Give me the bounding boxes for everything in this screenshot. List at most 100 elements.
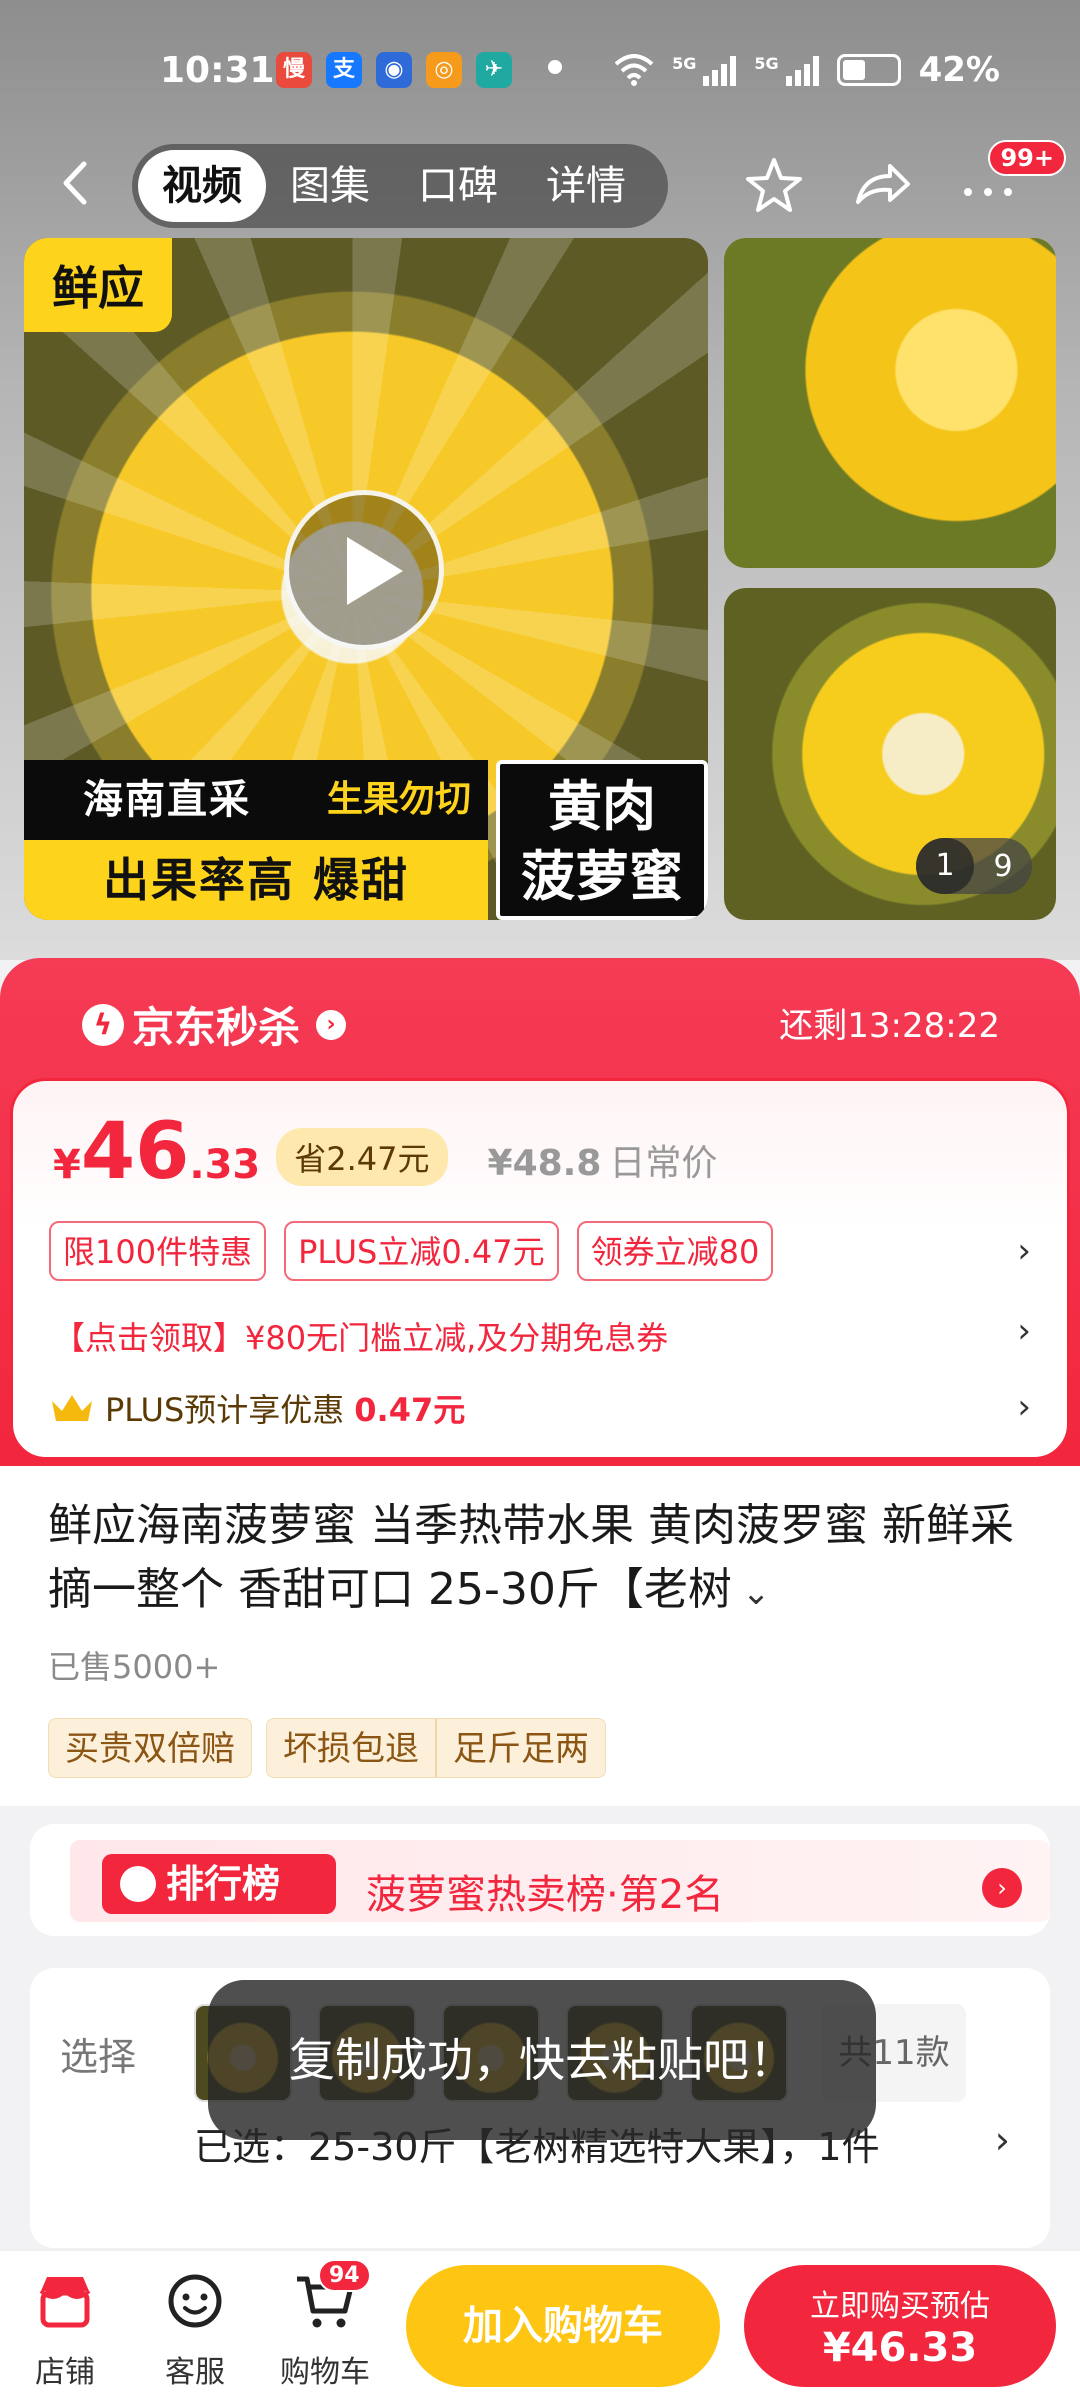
status-right: 5G 5G 42% bbox=[614, 50, 1000, 90]
status-time: 10:31 bbox=[160, 50, 275, 91]
tab-reviews[interactable]: 口碑 bbox=[394, 150, 522, 222]
image-counter-current: 1 bbox=[916, 838, 974, 894]
battery-icon bbox=[836, 54, 901, 86]
baidu-icon: ◉ bbox=[376, 52, 412, 88]
service-label: 客服 bbox=[165, 2355, 225, 2390]
coupon-plus[interactable]: PLUS立减0.47元 bbox=[284, 1221, 559, 1281]
price-decimal: .33 bbox=[189, 1142, 261, 1188]
promo-banner: 海南直采 生果勿切 出果率高 爆甜 黄肉 菠萝蜜 bbox=[24, 760, 708, 920]
image-counter-total: 9 bbox=[993, 848, 1013, 884]
gallery-image-1[interactable] bbox=[724, 238, 1056, 568]
ranking-badge-label: 排行榜 bbox=[166, 1862, 281, 1906]
main-video-thumbnail[interactable]: 鲜应 海南直采 生果勿切 出果率高 爆甜 黄肉 菠萝蜜 bbox=[24, 238, 708, 920]
image-counter: 1 9 bbox=[916, 838, 1032, 894]
service-tags[interactable]: 买贵双倍赔 坏损包退 足斤足两 bbox=[48, 1718, 606, 1778]
tag-group[interactable]: 坏损包退 足斤足两 bbox=[266, 1718, 606, 1778]
more-notifications-dot bbox=[548, 60, 562, 74]
buy-now-price: ¥46.33 bbox=[822, 2325, 978, 2371]
shop-icon bbox=[39, 2277, 91, 2328]
customer-service-icon bbox=[168, 2274, 222, 2328]
notification-icons: 慢 支 ◉ ◎ ✈ bbox=[276, 52, 512, 88]
favorite-star-icon[interactable] bbox=[742, 154, 806, 218]
original-price: ¥48.8 日常价 bbox=[488, 1134, 718, 1186]
tab-gallery[interactable]: 图集 bbox=[266, 150, 394, 222]
share-icon[interactable] bbox=[850, 154, 914, 218]
shop-button[interactable]: 店铺 bbox=[10, 2271, 120, 2391]
lightning-icon: ϟ bbox=[82, 1003, 124, 1046]
flash-sale-label: 京东秒杀 bbox=[132, 1003, 301, 1052]
plus-amount: 0.47元 bbox=[354, 1391, 466, 1429]
brand-tag: 鲜应 bbox=[24, 238, 172, 332]
gallery-image-2[interactable]: 1 9 bbox=[724, 588, 1056, 920]
battery-percent: 42% bbox=[918, 50, 1000, 90]
original-price-value: ¥48.8 bbox=[487, 1143, 602, 1184]
chevron-right-icon: › bbox=[316, 1009, 347, 1040]
currency-symbol: ¥ bbox=[53, 1142, 81, 1188]
product-info: 鲜应海南菠萝蜜 当季热带水果 黄肉菠罗蜜 新鲜采摘一整个 香甜可口 25-30斤… bbox=[0, 1466, 1080, 1806]
service-button[interactable]: 客服 bbox=[140, 2271, 250, 2391]
chevron-down-icon[interactable]: ⌄ bbox=[742, 1573, 771, 1613]
ranking-text: 菠萝蜜热卖榜·第2名 bbox=[366, 1872, 725, 1918]
message-badge: 99+ bbox=[988, 140, 1066, 176]
chevron-right-icon[interactable]: › bbox=[1017, 1311, 1031, 1351]
crown-icon bbox=[52, 1395, 92, 1421]
status-bar: 10:31 慢 支 ◉ ◎ ✈ 5G 5G 42% bbox=[0, 0, 1080, 140]
wifi-icon bbox=[614, 54, 654, 86]
plus-text: PLUS预计享优惠 bbox=[105, 1391, 345, 1429]
countdown: 还剩13:28:22 bbox=[779, 1006, 1000, 1046]
buy-now-label: 立即购买预估 bbox=[810, 2289, 990, 2324]
alipay-icon: 支 bbox=[326, 52, 362, 88]
sold-count: 已售5000+ bbox=[48, 1648, 221, 1686]
tag-full-weight: 足斤足两 bbox=[435, 1719, 605, 1777]
price-row: ¥ 46 .33 省2.47元 ¥48.8 日常价 bbox=[53, 1107, 717, 1197]
product-title[interactable]: 鲜应海南菠萝蜜 当季热带水果 黄肉菠罗蜜 新鲜采摘一整个 香甜可口 25-30斤… bbox=[48, 1494, 1038, 1625]
weibo-icon: ◎ bbox=[426, 52, 462, 88]
original-price-label: 日常价 bbox=[609, 1143, 718, 1184]
add-to-cart-button[interactable]: 加入购物车 bbox=[406, 2265, 720, 2387]
travel-app-icon: ✈ bbox=[476, 52, 512, 88]
buy-now-button[interactable]: 立即购买预估 ¥46.33 bbox=[744, 2265, 1056, 2387]
shop-label: 店铺 bbox=[35, 2355, 95, 2390]
tag-price-guarantee[interactable]: 买贵双倍赔 bbox=[48, 1718, 252, 1778]
back-icon[interactable] bbox=[52, 158, 102, 208]
plus-discount-line[interactable]: PLUS预计享优惠 0.47元 bbox=[49, 1385, 465, 1431]
savings-badge: 省2.47元 bbox=[276, 1128, 448, 1186]
signal-icon-1: 5G bbox=[672, 54, 737, 86]
coupon-claim[interactable]: 领券立减80 bbox=[576, 1221, 774, 1281]
banner-text-3: 出果率高 爆甜 bbox=[24, 840, 488, 920]
chevron-right-icon[interactable]: › bbox=[982, 1868, 1022, 1908]
cart-count-badge: 94 bbox=[318, 2259, 371, 2292]
hero-area: 10:31 慢 支 ◉ ◎ ✈ 5G 5G 42% 视频 图集 口碑 详情 99… bbox=[0, 0, 1080, 960]
banner-text-4: 黄肉 菠萝蜜 bbox=[496, 760, 708, 920]
chevron-right-icon[interactable]: › bbox=[1017, 1231, 1031, 1271]
ranking-badge: 排行榜 bbox=[102, 1854, 336, 1914]
promo-claim-line[interactable]: 【点击领取】¥80无门槛立减,及分期免息券 bbox=[53, 1313, 668, 1359]
tag-damage-refund: 坏损包退 bbox=[283, 1729, 419, 1769]
app-notification-icon: 慢 bbox=[276, 52, 312, 88]
content-tabs: 视频 图集 口碑 详情 bbox=[132, 144, 668, 228]
product-title-text: 鲜应海南菠萝蜜 当季热带水果 黄肉菠罗蜜 新鲜采摘一整个 香甜可口 25-30斤… bbox=[48, 1500, 1014, 1615]
top-nav: 视频 图集 口碑 详情 99+ bbox=[0, 140, 1080, 230]
play-icon[interactable] bbox=[284, 490, 444, 650]
flash-sale-title[interactable]: ϟ 京东秒杀 › bbox=[82, 994, 347, 1055]
banner-text-4-line1: 黄肉 bbox=[548, 775, 656, 838]
tab-details[interactable]: 详情 bbox=[522, 150, 650, 222]
price-integer: 46 bbox=[80, 1107, 190, 1197]
select-label: 选择 bbox=[60, 2035, 137, 2079]
banner-text-2: 生果勿切 bbox=[310, 760, 488, 840]
flash-sale-section: ϟ 京东秒杀 › 还剩13:28:22 ¥ 46 .33 省2.47元 ¥48.… bbox=[0, 958, 1080, 1468]
chevron-right-icon[interactable]: › bbox=[995, 2118, 1010, 2162]
banner-text-1: 海南直采 bbox=[24, 760, 310, 840]
coupon-row[interactable]: 限100件特惠 PLUS立减0.47元 领券立减80 bbox=[49, 1221, 774, 1281]
ranking-banner[interactable]: 排行榜 菠萝蜜热卖榜·第2名 › bbox=[70, 1840, 1050, 1922]
tab-video[interactable]: 视频 bbox=[138, 150, 266, 222]
banner-text-4-line2: 菠萝蜜 bbox=[521, 845, 683, 908]
bottom-action-bar: 店铺 客服 购物车 94 加入购物车 立即购买预估 ¥46.33 bbox=[0, 2250, 1080, 2400]
price-card: ¥ 46 .33 省2.47元 ¥48.8 日常价 限100件特惠 PLUS立减0… bbox=[10, 1078, 1070, 1460]
copy-toast: 复制成功，快去粘贴吧！ bbox=[208, 1980, 876, 2140]
ranking-card[interactable]: 排行榜 菠萝蜜热卖榜·第2名 › bbox=[30, 1824, 1050, 1936]
trophy-icon bbox=[120, 1866, 156, 1902]
coupon-limited[interactable]: 限100件特惠 bbox=[49, 1221, 267, 1281]
signal-icon-2: 5G bbox=[754, 54, 819, 86]
chevron-right-icon[interactable]: › bbox=[1017, 1387, 1031, 1427]
